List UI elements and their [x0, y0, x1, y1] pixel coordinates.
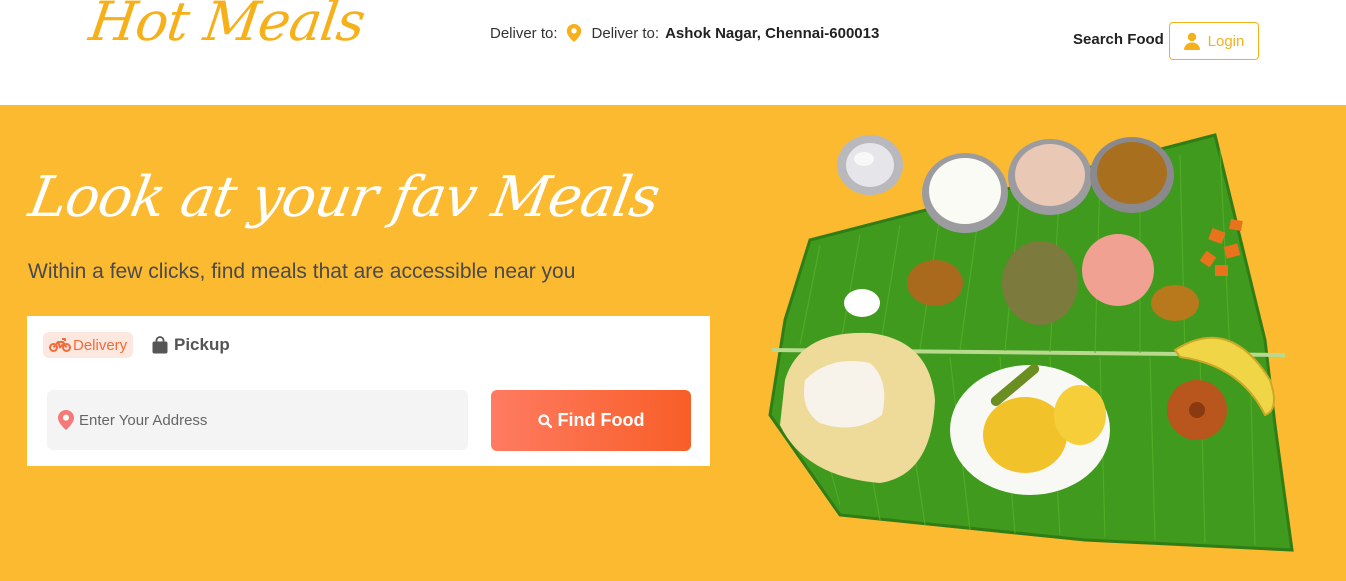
deliver-label: Deliver to: [490, 24, 558, 42]
find-food-label: Find Food [557, 410, 645, 430]
meal-illustration [768, 133, 1294, 552]
deliver-location[interactable]: Deliver to: Deliver to: Ashok Nagar, Che… [490, 24, 879, 42]
steel-tumbler [837, 135, 903, 195]
deliver-label-secondary: Deliver to: [591, 24, 660, 42]
mango-pickle [1151, 285, 1199, 321]
address-input[interactable] [79, 411, 459, 429]
user-icon [1183, 32, 1200, 50]
search-card: Delivery Pickup Find Food [27, 316, 710, 466]
tab-pickup-label: Pickup [174, 335, 230, 354]
vada [1167, 380, 1227, 440]
site-header: Hot Meals Deliver to: Deliver to: Ashok … [0, 0, 1346, 105]
search-icon [537, 413, 552, 428]
tab-delivery[interactable]: Delivery [43, 332, 134, 358]
salt [844, 289, 880, 317]
deliver-address: Ashok Nagar, Chennai-600013 [665, 24, 880, 42]
find-food-button[interactable]: Find Food [491, 390, 691, 451]
login-label: Login [1207, 32, 1245, 50]
hero-subtitle: Within a few clicks, find meals that are… [28, 260, 576, 283]
hero-section: Look at your fav Meals Within a few clic… [0, 105, 1346, 581]
map-pin-icon [58, 410, 74, 430]
search-food-link[interactable]: Search Food [1073, 31, 1164, 48]
motorbike-icon [49, 338, 71, 352]
shopping-bag-icon [152, 336, 168, 354]
potato-fry [907, 260, 963, 306]
address-field[interactable] [47, 390, 468, 450]
hero-title: Look at your fav Meals [24, 165, 664, 230]
tab-pickup[interactable]: Pickup [152, 332, 230, 358]
tab-delivery-label: Delivery [73, 336, 128, 354]
logo[interactable]: Hot Meals [86, 0, 369, 53]
payasam-bowl [1008, 139, 1092, 215]
curd-bowl [922, 153, 1008, 233]
spinach-curry [1002, 241, 1078, 325]
beetroot-dish [1082, 234, 1154, 306]
login-button[interactable]: Login [1169, 22, 1259, 60]
sambar-bowl [1090, 137, 1174, 213]
location-pin-icon [566, 24, 581, 42]
